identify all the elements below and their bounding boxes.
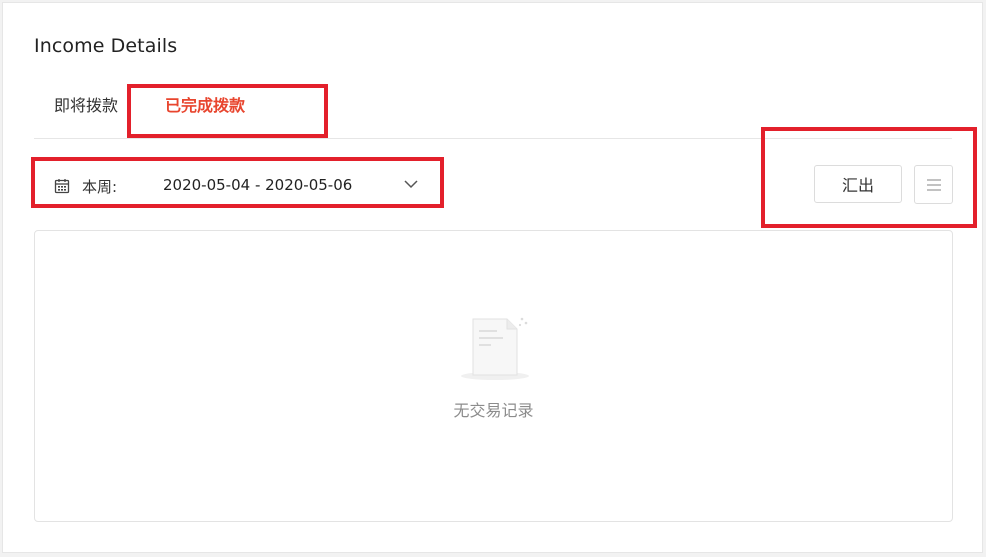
tab-completed-payouts[interactable]: 已完成拨款 [165,95,245,117]
date-range-value: 2020-05-04 - 2020-05-06 [163,176,353,194]
menu-icon [926,178,941,191]
date-range-label: 本周: [82,177,118,196]
tab-upcoming-payouts[interactable]: 即将拨款 [54,95,118,117]
income-details-card: Income Details 即将拨款 已完成拨款 本周: 2020-05-04… [2,2,983,553]
date-range-picker[interactable]: 本周: 2020-05-04 - 2020-05-06 [54,173,426,199]
empty-document-icon [461,317,529,380]
empty-state-message: 无交易记录 [453,401,534,420]
chevron-down-icon [404,180,418,189]
transactions-empty-state: 无交易记录 [34,230,953,522]
column-menu-button[interactable] [914,165,953,204]
export-button[interactable]: 汇出 [814,165,902,203]
page-title: Income Details [34,35,178,57]
tabs-divider [34,138,952,139]
calendar-icon [54,179,70,194]
